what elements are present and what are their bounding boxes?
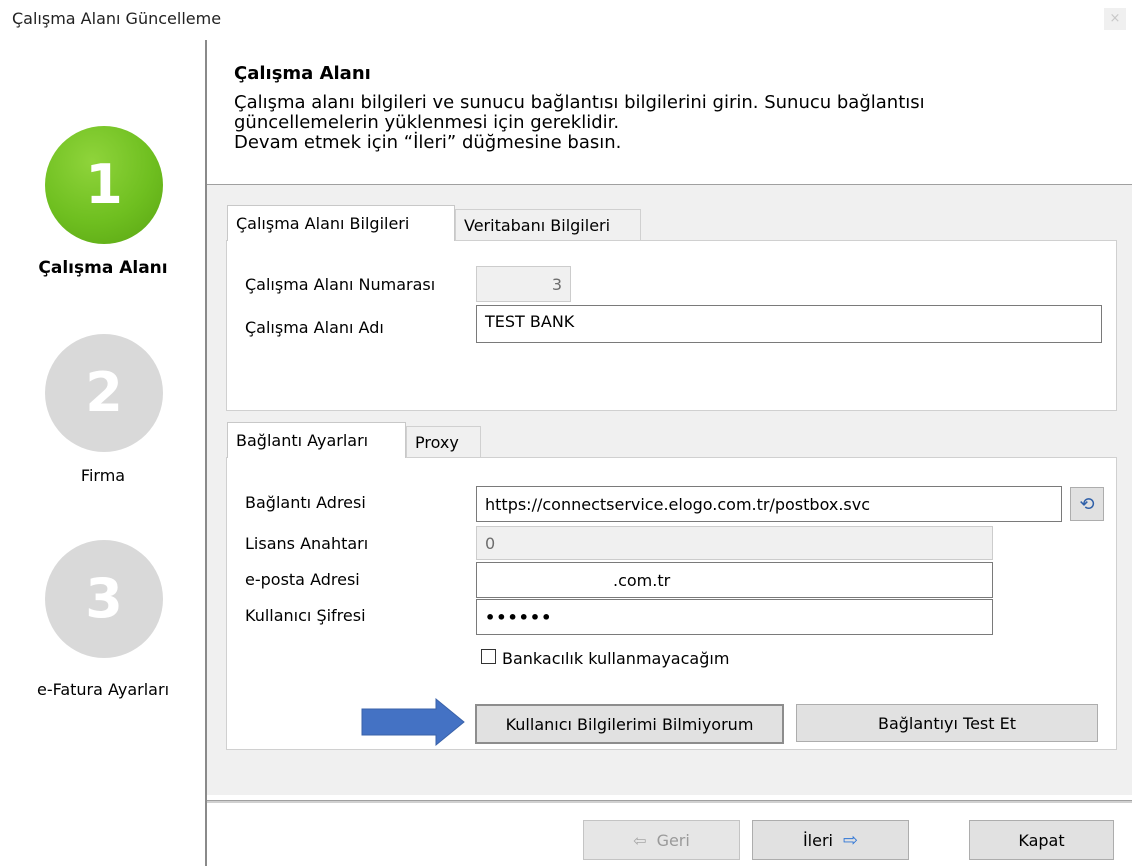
footer-separator: [207, 800, 1132, 803]
no-banking-label[interactable]: Bankacılık kullanmayacağım: [502, 649, 729, 668]
tab-connection-settings[interactable]: Bağlantı Ayarları: [227, 422, 406, 458]
undo-icon: ⟲: [1079, 493, 1095, 515]
email-field[interactable]: .com.tr: [476, 562, 993, 598]
page-description: Çalışma alanı bilgileri ve sunucu bağlan…: [234, 93, 1094, 153]
license-key-field[interactable]: 0: [476, 526, 993, 560]
tab-workspace-info[interactable]: Çalışma Alanı Bilgileri: [227, 205, 455, 241]
forgot-credentials-button[interactable]: Kullanıcı Bilgilerimi Bilmiyorum: [475, 704, 784, 744]
connection-address-field[interactable]: https://connectservice.elogo.com.tr/post…: [476, 486, 1062, 522]
password-label: Kullanıcı Şifresi: [245, 606, 366, 625]
window-title: Çalışma Alanı Güncelleme: [12, 9, 222, 28]
back-button[interactable]: ⇦ Geri: [583, 820, 740, 860]
tab-proxy[interactable]: Proxy: [406, 426, 481, 458]
workspace-number-label: Çalışma Alanı Numarası: [245, 275, 436, 294]
workspace-name-label: Çalışma Alanı Adı: [245, 318, 384, 337]
step-3-icon: 3: [45, 540, 163, 658]
step-1-icon: 1: [45, 126, 163, 244]
next-button-label: İleri: [802, 830, 833, 850]
arrow-right-icon: ⇨: [842, 829, 859, 851]
next-button[interactable]: İleri ⇨: [752, 820, 909, 860]
back-button-label: Geri: [656, 830, 690, 850]
description-line: Çalışma alanı bilgileri ve sunucu bağlan…: [234, 92, 925, 113]
arrow-left-icon: ⇦: [633, 830, 647, 850]
workspace-number-field[interactable]: 3: [476, 266, 571, 302]
description-line: Devam etmek için “İleri” düğmesine basın…: [234, 132, 622, 153]
password-field[interactable]: ••••••: [476, 599, 993, 635]
step-3-label: e-Fatura Ayarları: [36, 680, 170, 699]
workspace-name-field[interactable]: TEST BANK: [476, 305, 1102, 343]
reset-address-button[interactable]: ⟲: [1070, 487, 1104, 521]
no-banking-checkbox[interactable]: [481, 649, 496, 664]
test-connection-button[interactable]: Bağlantıyı Test Et: [796, 704, 1098, 742]
tab-database-info[interactable]: Veritabanı Bilgileri: [455, 209, 641, 241]
connection-address-label: Bağlantı Adresi: [245, 493, 366, 512]
pointer-arrow-icon: [361, 697, 465, 747]
step-1-label: Çalışma Alanı: [38, 258, 168, 278]
close-window-button[interactable]: ×: [1104, 8, 1126, 30]
step-2-icon: 2: [45, 334, 163, 452]
email-label: e-posta Adresi: [245, 570, 360, 589]
description-line: güncellemelerin yüklenmesi için gereklid…: [234, 112, 620, 133]
license-key-label: Lisans Anahtarı: [245, 534, 369, 553]
step-2-label: Firma: [80, 466, 126, 485]
close-button[interactable]: Kapat: [969, 820, 1114, 860]
page-title: Çalışma Alanı: [234, 63, 371, 84]
